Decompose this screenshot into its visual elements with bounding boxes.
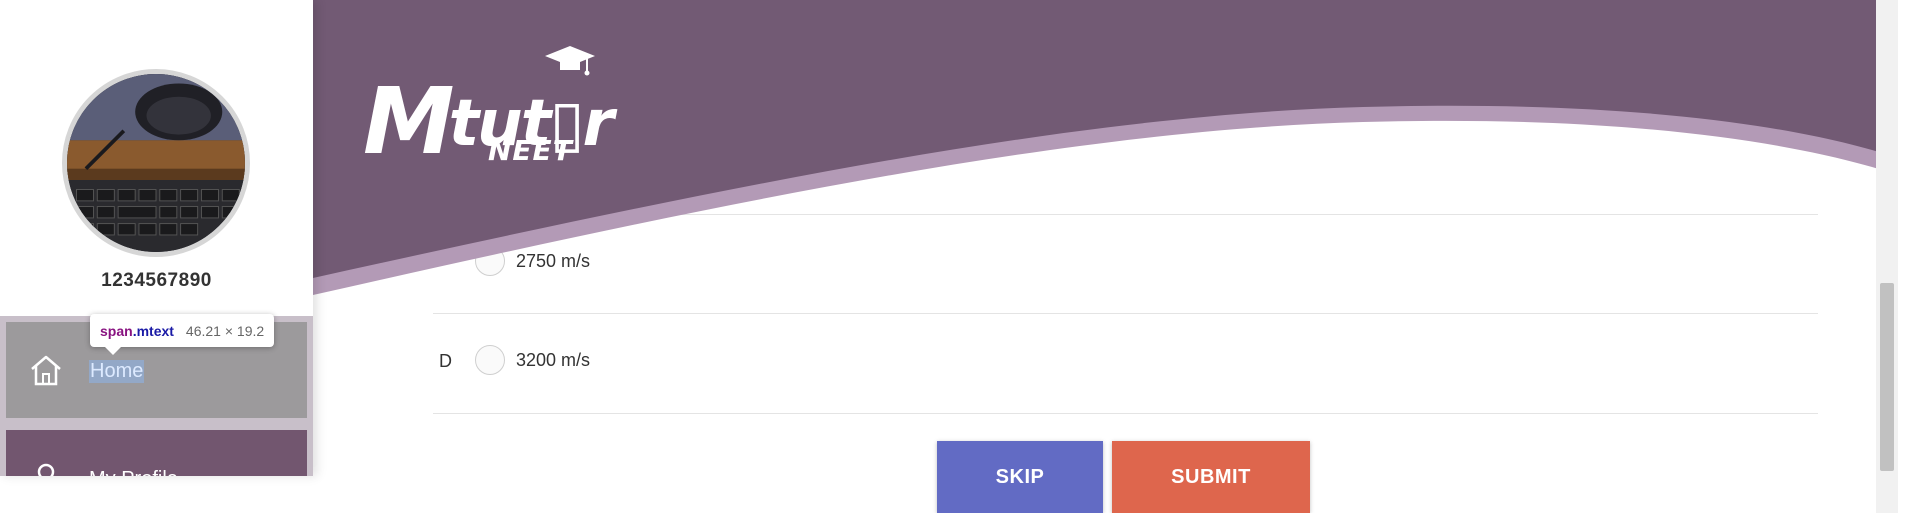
- option-letter: D: [439, 351, 452, 371]
- sidebar-item-profile[interactable]: My Profile: [6, 430, 307, 476]
- page-background: [0, 476, 313, 513]
- skip-button[interactable]: SKIP: [937, 441, 1103, 513]
- home-icon: [31, 355, 61, 386]
- devtools-inspect-tooltip: span .mtext 46.21 × 19.2: [90, 314, 275, 347]
- divider: [433, 413, 1818, 414]
- tooltip-class: .mtext: [132, 322, 174, 339]
- tooltip-arrow: [105, 347, 121, 355]
- tooltip-tag: span: [100, 322, 133, 339]
- tooltip-dimensions: 46.21 × 19.2: [185, 322, 265, 339]
- option-row-d[interactable]: D 3200 m/s: [433, 313, 1818, 411]
- main-content: Mtut▯r NEET 2750 m/s D 3200 m/s SKIP SUB…: [313, 0, 1898, 513]
- sidebar-item-label: Home: [89, 360, 145, 383]
- user-phone-number: 1234567890: [101, 270, 212, 291]
- option-radio[interactable]: [475, 345, 505, 375]
- submit-button[interactable]: SUBMIT: [1112, 441, 1310, 513]
- avatar[interactable]: [62, 69, 250, 257]
- sidebar-item-label: My Profile: [89, 468, 178, 476]
- sidebar: 1234567890 Home My Profile: [0, 0, 313, 476]
- user-icon: [37, 463, 55, 476]
- mtutor-logo[interactable]: Mtut▯r NEET: [363, 44, 614, 174]
- option-text: 3200 m/s: [516, 350, 591, 370]
- logo-subtitle: NEET: [488, 134, 573, 167]
- vertical-scrollbar[interactable]: [1876, 0, 1898, 513]
- scrollbar-thumb[interactable]: [1880, 283, 1894, 471]
- avatar-photo: [67, 74, 245, 252]
